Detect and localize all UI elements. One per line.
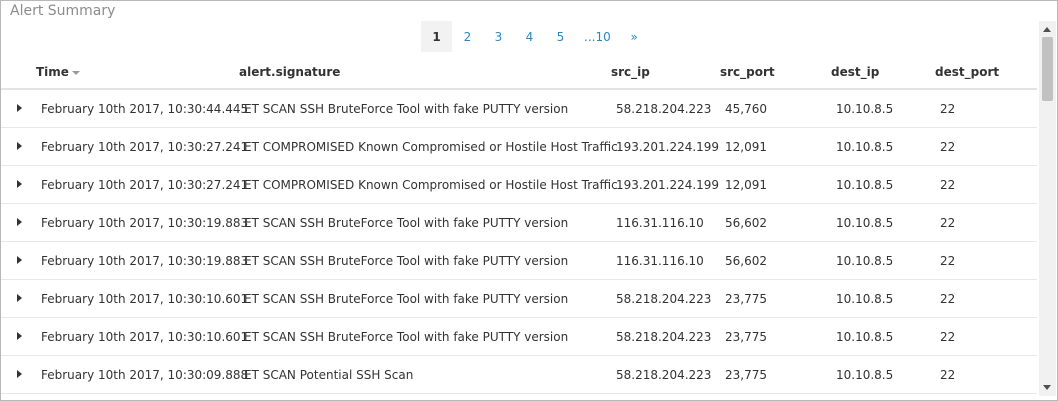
page-2-button[interactable]: 2 — [452, 21, 483, 52]
table-row[interactable]: February 10th 2017, 10:30:10.601 ET SCAN… — [1, 280, 1037, 318]
vertical-scrollbar[interactable] — [1039, 21, 1056, 396]
table-row[interactable]: February 10th 2017, 10:30:19.883 ET SCAN… — [1, 204, 1037, 242]
table-row[interactable]: February 10th 2017, 10:30:27.241 ET COMP… — [1, 128, 1037, 166]
table-row[interactable]: February 10th 2017, 10:30:27.241 ET COMP… — [1, 166, 1037, 204]
cell-dest-port: 22 — [940, 216, 956, 230]
cell-time: February 10th 2017, 10:30:10.601 — [41, 292, 249, 306]
expand-caret-icon[interactable] — [17, 104, 22, 112]
expand-caret-icon[interactable] — [17, 142, 22, 150]
cell-dest-ip: 10.10.8.5 — [836, 292, 894, 306]
cell-src-ip: 193.201.224.199 — [616, 178, 720, 192]
cell-time: February 10th 2017, 10:30:10.601 — [41, 330, 249, 344]
table-header: Time alert.signature src_ip src_port des… — [1, 57, 1037, 90]
column-header-src-port[interactable]: src_port — [720, 65, 775, 79]
column-header-time[interactable]: Time — [36, 65, 80, 79]
cell-src-port: 56,602 — [725, 216, 767, 230]
alert-summary-panel: Alert Summary 1 2 3 4 5 ...10 » Time ale… — [0, 0, 1058, 401]
cell-dest-port: 22 — [940, 292, 956, 306]
sort-descending-icon — [71, 70, 80, 75]
cell-src-port: 45,760 — [725, 102, 767, 116]
cell-signature: ET SCAN SSH BruteForce Tool with fake PU… — [244, 216, 569, 230]
cell-dest-port: 22 — [940, 330, 956, 344]
column-header-src-ip[interactable]: src_ip — [611, 65, 650, 79]
table-row[interactable]: February 10th 2017, 10:30:09.888 ET SCAN… — [1, 356, 1037, 394]
cell-dest-port: 22 — [940, 368, 956, 382]
cell-time: February 10th 2017, 10:30:44.445 — [41, 102, 249, 116]
cell-dest-ip: 10.10.8.5 — [836, 140, 894, 154]
cell-signature: ET COMPROMISED Known Compromised or Host… — [244, 140, 618, 154]
pagination: 1 2 3 4 5 ...10 » — [421, 21, 650, 52]
cell-dest-ip: 10.10.8.5 — [836, 178, 894, 192]
cell-src-port: 23,775 — [725, 330, 767, 344]
cell-src-ip: 58.218.204.223 — [616, 102, 712, 116]
page-5-button[interactable]: 5 — [545, 21, 576, 52]
cell-src-ip: 193.201.224.199 — [616, 140, 720, 154]
cell-time: February 10th 2017, 10:30:27.241 — [41, 178, 249, 192]
scroll-down-arrow-icon[interactable] — [1043, 385, 1051, 390]
cell-src-ip: 58.218.204.223 — [616, 368, 712, 382]
column-header-dest-port[interactable]: dest_port — [935, 65, 999, 79]
table-row[interactable]: February 10th 2017, 10:30:10.601 ET SCAN… — [1, 318, 1037, 356]
cell-dest-ip: 10.10.8.5 — [836, 216, 894, 230]
page-4-button[interactable]: 4 — [514, 21, 545, 52]
expand-caret-icon[interactable] — [17, 180, 22, 188]
cell-dest-port: 22 — [940, 102, 956, 116]
cell-src-port: 23,775 — [725, 292, 767, 306]
table-row[interactable]: February 10th 2017, 10:30:44.445 ET SCAN… — [1, 90, 1037, 128]
cell-signature: ET SCAN SSH BruteForce Tool with fake PU… — [244, 330, 569, 344]
scrollbar-thumb[interactable] — [1042, 37, 1053, 101]
cell-signature: ET SCAN Potential SSH Scan — [244, 368, 414, 382]
cell-signature: ET SCAN SSH BruteForce Tool with fake PU… — [244, 254, 569, 268]
cell-src-ip: 58.218.204.223 — [616, 330, 712, 344]
expand-caret-icon[interactable] — [17, 332, 22, 340]
cell-src-ip: 58.218.204.223 — [616, 292, 712, 306]
scroll-up-arrow-icon[interactable] — [1043, 27, 1051, 32]
cell-src-ip: 116.31.116.10 — [616, 254, 704, 268]
cell-time: February 10th 2017, 10:30:09.888 — [41, 368, 249, 382]
table-row[interactable]: February 10th 2017, 10:30:19.883 ET SCAN… — [1, 242, 1037, 280]
cell-signature: ET SCAN SSH BruteForce Tool with fake PU… — [244, 102, 569, 116]
cell-signature: ET COMPROMISED Known Compromised or Host… — [244, 178, 618, 192]
alerts-table: Time alert.signature src_ip src_port des… — [1, 57, 1037, 400]
cell-dest-ip: 10.10.8.5 — [836, 330, 894, 344]
next-page-button[interactable]: » — [619, 21, 650, 52]
column-header-signature[interactable]: alert.signature — [239, 65, 340, 79]
cell-time: February 10th 2017, 10:30:19.883 — [41, 254, 249, 268]
page-1-button[interactable]: 1 — [421, 21, 452, 52]
cell-dest-ip: 10.10.8.5 — [836, 368, 894, 382]
expand-caret-icon[interactable] — [17, 218, 22, 226]
cell-signature: ET SCAN SSH BruteForce Tool with fake PU… — [244, 292, 569, 306]
cell-src-port: 12,091 — [725, 140, 767, 154]
expand-caret-icon[interactable] — [17, 256, 22, 264]
cell-dest-port: 22 — [940, 254, 956, 268]
cell-dest-port: 22 — [940, 178, 956, 192]
cell-src-ip: 116.31.116.10 — [616, 216, 704, 230]
cell-time: February 10th 2017, 10:30:19.883 — [41, 216, 249, 230]
cell-dest-ip: 10.10.8.5 — [836, 254, 894, 268]
cell-src-port: 56,602 — [725, 254, 767, 268]
panel-title: Alert Summary — [10, 3, 116, 19]
cell-time: February 10th 2017, 10:30:27.241 — [41, 140, 249, 154]
cell-dest-port: 22 — [940, 140, 956, 154]
page-3-button[interactable]: 3 — [483, 21, 514, 52]
expand-caret-icon[interactable] — [17, 294, 22, 302]
cell-src-port: 23,775 — [725, 368, 767, 382]
page-last-button[interactable]: ...10 — [576, 21, 619, 52]
cell-dest-ip: 10.10.8.5 — [836, 102, 894, 116]
column-header-dest-ip[interactable]: dest_ip — [831, 65, 879, 79]
expand-caret-icon[interactable] — [17, 370, 22, 378]
cell-src-port: 12,091 — [725, 178, 767, 192]
